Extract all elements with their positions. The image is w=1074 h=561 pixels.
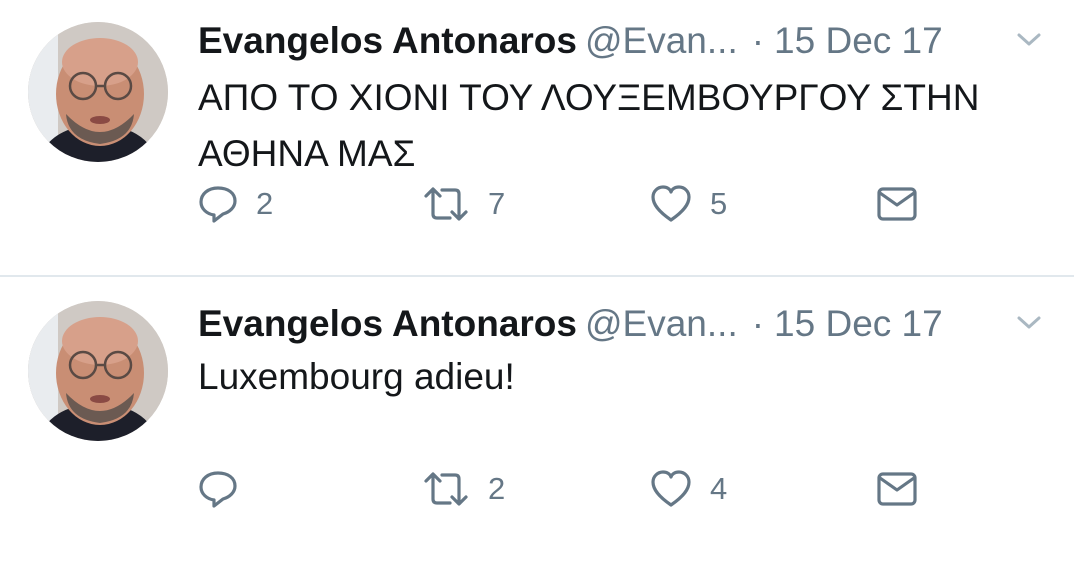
reply-button[interactable]: 2 [198,182,273,226]
heart-icon [651,470,691,507]
author-handle[interactable]: @Evan... [585,20,738,61]
tweet[interactable]: Evangelos Antonaros @Evan... · 15 Dec 17 Lu… [0,277,1074,561]
chevron-down-icon[interactable] [1016,315,1042,331]
mail-icon [877,472,917,506]
retweet-button[interactable]: 2 [422,467,505,511]
retweet-icon [424,187,468,221]
reply-icon [199,471,237,508]
author-name[interactable]: Evangelos Antonaros [198,20,577,61]
tweet[interactable]: Evangelos Antonaros @Evan... · 15 Dec 17 ΑΠ… [0,0,1074,277]
mail-icon [877,187,917,221]
tweet-text-line: ΑΘΗΝΑ ΜΑΣ [198,133,416,174]
tweet-text: Luxembourg adieu! [198,349,1048,405]
like-button[interactable]: 5 [650,182,727,226]
tweet-date[interactable]: 15 Dec 17 [774,303,943,344]
reply-icon [199,186,237,223]
separator-dot: · [751,20,765,61]
tweet-text-line: Luxembourg adieu! [198,356,515,397]
heart-icon [651,185,691,222]
direct-message-button[interactable] [876,467,918,511]
separator-dot: · [751,303,765,344]
tweet-text-line: ΑΠΟ ΤΟ ΧΙΟΝΙ ΤΟΥ ΛΟΥΞΕΜΒΟΥΡΓΟΥ ΣΤΗΝ [198,77,980,118]
author-handle[interactable]: @Evan... [585,303,738,344]
reply-button[interactable] [198,467,256,511]
tweet-header: Evangelos Antonaros @Evan... · 15 Dec 17 [198,18,1058,64]
chevron-down-icon[interactable] [1016,32,1042,48]
tweet-header: Evangelos Antonaros @Evan... · 15 Dec 17 [198,301,1058,347]
tweet-date[interactable]: 15 Dec 17 [774,20,943,61]
avatar[interactable] [28,22,168,162]
retweet-count: 7 [488,186,506,221]
like-button[interactable]: 4 [650,467,727,511]
tweet-text: ΑΠΟ ΤΟ ΧΙΟΝΙ ΤΟΥ ΛΟΥΞΕΜΒΟΥΡΓΟΥ ΣΤΗΝ ΑΘΗΝ… [198,70,1048,182]
like-count: 5 [710,186,728,221]
author-name[interactable]: Evangelos Antonaros [198,303,577,344]
avatar[interactable] [28,301,168,441]
tweet-actions: 2 7 5 [198,182,1038,226]
retweet-icon [424,472,468,506]
reply-count: 2 [256,186,274,221]
direct-message-button[interactable] [876,182,918,226]
retweet-button[interactable]: 7 [422,182,505,226]
like-count: 4 [710,471,728,506]
tweet-actions: 2 4 [198,467,1038,511]
retweet-count: 2 [488,471,506,506]
